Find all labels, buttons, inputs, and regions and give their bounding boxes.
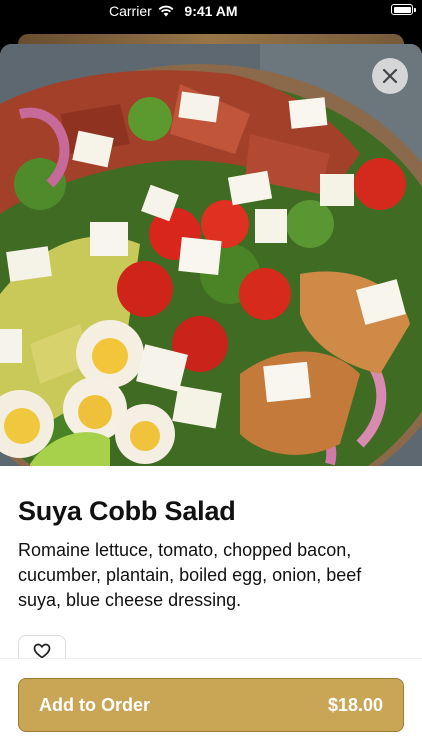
salad-photo (0, 44, 422, 466)
close-icon (382, 68, 398, 84)
status-bar: Carrier 9:41 AM (0, 0, 422, 24)
close-button[interactable] (372, 58, 408, 94)
item-title: Suya Cobb Salad (18, 496, 236, 526)
add-to-order-button[interactable]: Add to Order $18.00 (18, 678, 404, 732)
item-price: $18.00 (327, 694, 383, 715)
status-time: 9:41 AM (184, 3, 238, 19)
bottom-action-bar: Add to Order $18.00 (0, 658, 422, 750)
item-detail-sheet: Suya Cobb Salad Romaine lettuce, tomato,… (0, 44, 422, 750)
add-to-order-label: Add to Order (39, 694, 150, 715)
heart-outline-icon (33, 643, 51, 659)
item-description: Romaine lettuce, tomato, chopped bacon, … (18, 540, 362, 610)
battery-icon (391, 4, 416, 15)
